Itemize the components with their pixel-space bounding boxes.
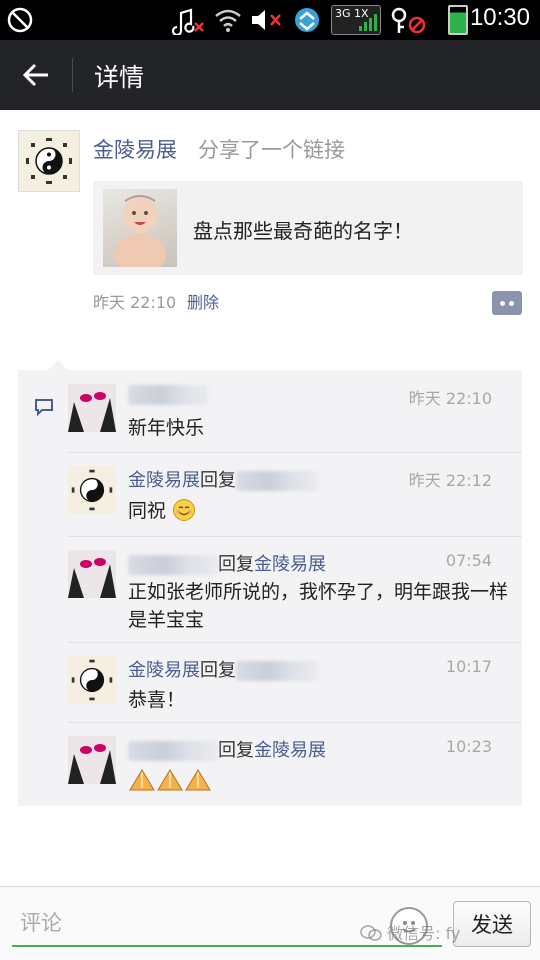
comment-item[interactable]: 回复金陵易展 10:23 bbox=[18, 722, 522, 806]
smile-emoji-icon bbox=[173, 499, 196, 521]
comment-time: 10:17 bbox=[445, 657, 492, 676]
page-title: 详情 bbox=[94, 63, 145, 92]
back-arrow-icon bbox=[22, 63, 48, 87]
back-button[interactable] bbox=[0, 40, 72, 110]
comment-time: 07:54 bbox=[445, 551, 492, 570]
comment-header: 回复金陵易展 bbox=[128, 550, 326, 576]
reply-target[interactable]: 金陵易展 bbox=[254, 554, 326, 575]
more-dot-icon bbox=[509, 300, 514, 306]
status-bar: 3G 1X 10:30 bbox=[0, 0, 540, 40]
comment-more-button[interactable] bbox=[492, 291, 522, 315]
taiji-icon bbox=[71, 659, 113, 701]
emoji-button[interactable] bbox=[390, 907, 428, 945]
send-button[interactable]: 发送 bbox=[453, 901, 531, 947]
taiji-icon bbox=[71, 469, 113, 511]
blurred-name bbox=[236, 661, 318, 681]
status-time: 10:30 bbox=[469, 4, 530, 31]
blurred-name bbox=[236, 471, 318, 491]
comment-author[interactable]: 金陵易展 bbox=[128, 660, 200, 681]
delete-link[interactable]: 删除 bbox=[187, 289, 219, 313]
comment-text: 新年快乐 bbox=[128, 417, 205, 439]
commenter-avatar[interactable] bbox=[68, 656, 116, 704]
comment-time: 昨天 22:12 bbox=[408, 471, 492, 490]
comment-input[interactable] bbox=[12, 901, 442, 947]
pray-emoji-icon bbox=[129, 769, 211, 791]
comment-header bbox=[128, 384, 208, 405]
comment-item[interactable]: 昨天 22:10 新年快乐 bbox=[18, 370, 522, 452]
action-bar-divider bbox=[72, 58, 73, 92]
comment-divider bbox=[68, 536, 522, 537]
comment-time: 昨天 22:10 bbox=[408, 389, 492, 408]
more-dot-icon bbox=[500, 300, 505, 306]
no-disturb-icon bbox=[4, 0, 36, 40]
gps-off-icon bbox=[388, 0, 428, 40]
blurred-name bbox=[128, 555, 218, 575]
taiji-icon bbox=[26, 138, 72, 184]
commenter-avatar[interactable] bbox=[68, 550, 116, 598]
comment-item[interactable]: 回复金陵易展 07:54 正如张老师所说的，我怀孕了，明年跟我一样是羊宝宝 bbox=[18, 536, 522, 642]
reply-label: 回复 bbox=[200, 660, 236, 681]
post-action-text: 分享了一个链接 bbox=[198, 138, 345, 162]
commenter-avatar[interactable] bbox=[68, 384, 116, 432]
reply-label: 回复 bbox=[218, 554, 254, 575]
comment-header: 金陵易展回复 bbox=[128, 656, 318, 682]
link-thumbnail bbox=[103, 189, 177, 267]
comment-text-row bbox=[128, 766, 508, 800]
comment-input-bar: 发送 bbox=[0, 886, 540, 960]
shared-link-card[interactable]: 盘点那些最奇葩的名字！ bbox=[93, 181, 523, 275]
post-time: 昨天 22:10 bbox=[93, 293, 177, 312]
commenter-avatar[interactable] bbox=[68, 466, 116, 514]
comment-author[interactable]: 金陵易展 bbox=[128, 470, 200, 491]
comment-text: 正如张老师所说的，我怀孕了，明年跟我一样是羊宝宝 bbox=[128, 581, 509, 631]
emoji-face-icon bbox=[402, 921, 416, 933]
comment-divider bbox=[68, 642, 522, 643]
music-muted-icon bbox=[170, 0, 206, 40]
battery-icon bbox=[448, 5, 468, 35]
comment-divider bbox=[68, 722, 522, 723]
post-author-name[interactable]: 金陵易展 bbox=[93, 134, 177, 164]
blurred-name bbox=[128, 741, 218, 761]
comment-text: 同祝 bbox=[128, 500, 167, 522]
sync-icon bbox=[290, 0, 324, 40]
signal-icon: 3G 1X bbox=[331, 5, 381, 35]
reply-label: 回复 bbox=[218, 740, 254, 761]
commenter-avatar[interactable] bbox=[68, 736, 116, 784]
action-bar: 详情 bbox=[0, 40, 540, 110]
comment-text-row: 同祝 bbox=[128, 497, 508, 525]
post-author-avatar[interactable] bbox=[18, 130, 80, 192]
comment-header: 金陵易展回复 bbox=[128, 466, 318, 492]
comment-item[interactable]: 金陵易展回复 10:17 恭喜！ bbox=[18, 642, 522, 722]
comment-time: 10:23 bbox=[445, 737, 492, 756]
wifi-icon bbox=[212, 0, 244, 40]
reply-label: 回复 bbox=[200, 470, 236, 491]
volume-muted-icon bbox=[248, 0, 284, 40]
reply-target[interactable]: 金陵易展 bbox=[254, 740, 326, 761]
comment-header: 回复金陵易展 bbox=[128, 736, 326, 762]
comment-divider bbox=[68, 452, 522, 453]
comment-item[interactable]: 金陵易展回复 昨天 22:12 同祝 bbox=[18, 452, 522, 536]
link-title: 盘点那些最奇葩的名字！ bbox=[193, 219, 413, 243]
comment-text: 恭喜！ bbox=[128, 689, 186, 711]
blurred-name bbox=[128, 385, 208, 405]
comment-list: 昨天 22:10 新年快乐 金陵易展回复 昨天 22:12 同祝 回复金陵易展 bbox=[18, 360, 522, 806]
